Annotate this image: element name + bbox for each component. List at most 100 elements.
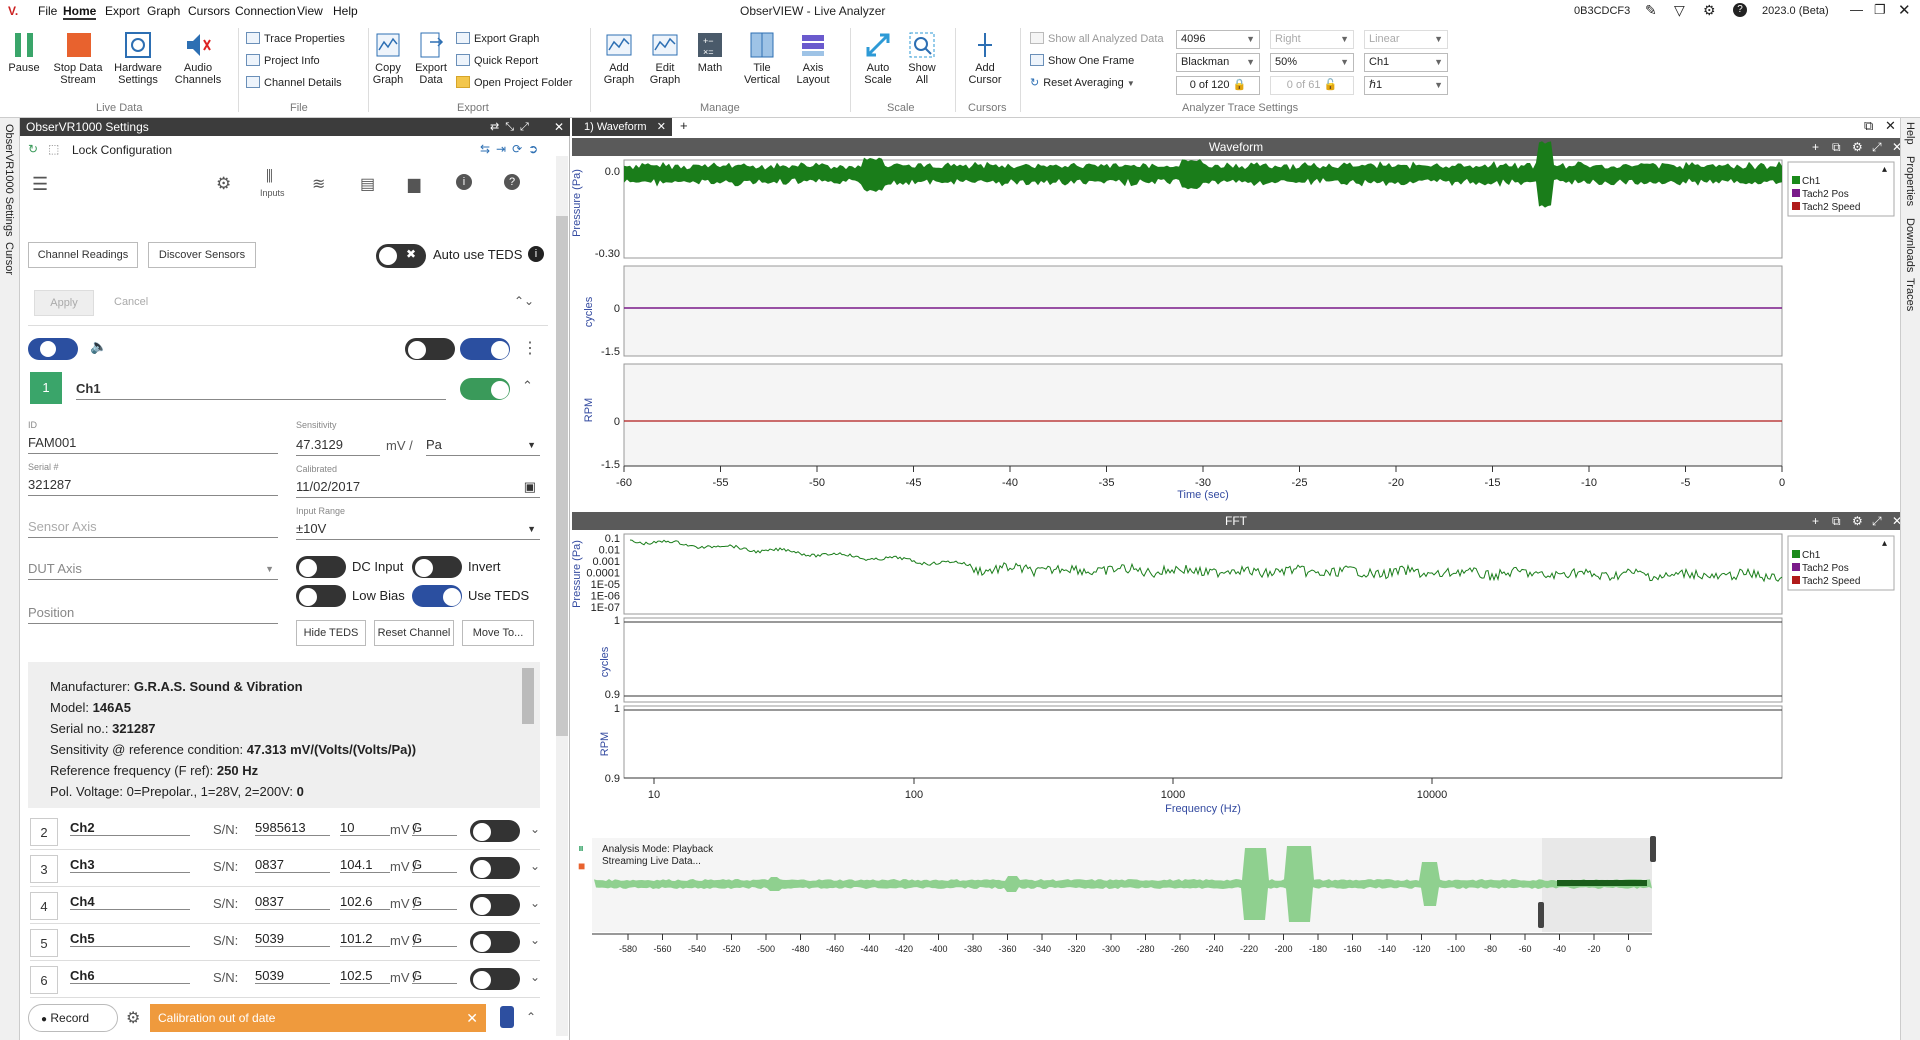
channel-name-field[interactable]: Ch3 — [70, 857, 190, 873]
mic-toggle[interactable] — [405, 338, 455, 360]
menu-file[interactable]: File — [38, 4, 57, 18]
lock-icon[interactable]: 🔓 — [1324, 79, 1338, 91]
help-icon[interactable]: ? — [1733, 3, 1747, 17]
channel-details-button[interactable]: Channel Details — [246, 74, 342, 92]
collapse-icon[interactable]: ⌃⌄ — [514, 294, 534, 308]
tab-downloads[interactable]: Downloads — [1904, 218, 1916, 272]
filter-icon[interactable]: ▽ — [1674, 2, 1685, 19]
waveform-pane[interactable] — [623, 363, 1783, 467]
menu-view[interactable]: View — [297, 4, 323, 18]
tab-help[interactable]: Help — [1904, 122, 1916, 145]
unit-select[interactable]: G — [412, 968, 457, 984]
unit-select[interactable]: G — [412, 820, 457, 836]
sync-icons[interactable]: ⇆⇥⟳➲ — [480, 142, 544, 156]
channel-toggle[interactable] — [470, 894, 520, 916]
close-icon[interactable]: ✕ — [1898, 1, 1911, 19]
sensitivity-field[interactable]: 102.6 — [340, 894, 390, 910]
tab-settings[interactable]: ObserVR1000 Settings — [3, 124, 15, 237]
menu-cursors[interactable]: Cursors — [188, 4, 230, 18]
channel-row[interactable]: 2 Ch2 S/N: 5985613 10 mV / G ⌄ — [30, 814, 540, 850]
channel-name-field[interactable]: Ch4 — [70, 894, 190, 910]
panel-scrollbar[interactable] — [556, 156, 568, 1036]
quick-report-button[interactable]: Quick Report — [456, 52, 538, 70]
fft-pane[interactable] — [623, 705, 1783, 779]
menu-connection[interactable]: Connection — [235, 4, 296, 18]
graphs-svg[interactable]: Waveform + ⧉ ⚙ ⤢ ✕ Pressure (Pa) cycles RPM 0.0 -0… — [572, 118, 1900, 1040]
reset-averaging-button[interactable]: ↻ Reset Averaging ▼ — [1030, 74, 1135, 92]
channel-name-field[interactable]: Ch5 — [70, 931, 190, 947]
restore-icon[interactable]: ❐ — [1874, 2, 1886, 18]
overview-handle[interactable] — [1538, 902, 1544, 928]
close-icon[interactable]: ✕ — [554, 118, 564, 136]
serial-field[interactable]: 5039 — [255, 968, 330, 984]
dut-axis-select[interactable]: DUT Axis ▼ — [28, 558, 278, 580]
tab-properties[interactable]: Properties — [1904, 156, 1916, 206]
ch1-name-field[interactable]: Ch1 — [76, 378, 446, 400]
fft-pane[interactable] — [623, 533, 1783, 615]
channel-readings-button[interactable]: Channel Readings — [28, 242, 138, 268]
use-teds-toggle[interactable] — [412, 585, 462, 607]
hamburger-menu-icon[interactable]: ☰ — [32, 174, 48, 195]
unit-select[interactable]: G — [412, 857, 457, 873]
refresh-icon[interactable]: ↻ — [28, 142, 38, 156]
window-select[interactable]: Blackman ▼ — [1176, 53, 1260, 72]
sensitivity-field[interactable]: 101.2 — [340, 931, 390, 947]
unit-select[interactable]: G — [412, 931, 457, 947]
axis-layout-button[interactable]: Axis Layout — [790, 30, 836, 86]
inputs-icon[interactable]: ⫼ — [266, 168, 273, 185]
channel-toggle[interactable] — [470, 820, 520, 842]
sensitivity-field[interactable]: 47.3129 — [296, 434, 380, 456]
overview-handle[interactable] — [1650, 836, 1656, 862]
unit-select[interactable]: G — [412, 894, 457, 910]
channel-row[interactable]: 6 Ch6 S/N: 5039 102.5 mV / G ⌄ — [30, 962, 540, 998]
help-icon[interactable]: ? — [504, 174, 520, 190]
channel-name-field[interactable]: Ch6 — [70, 968, 190, 984]
panel-controls-icon[interactable]: ⇄⤡⤢ — [490, 118, 535, 136]
waves-icon[interactable]: ≋ — [312, 174, 325, 194]
unit-select[interactable]: Pa ▼ — [426, 434, 540, 456]
info-icon[interactable]: i — [456, 174, 472, 190]
more-options-icon[interactable]: ⋮ — [522, 338, 538, 358]
menu-graph[interactable]: Graph — [147, 4, 180, 18]
edit-graph-button[interactable]: Edit Graph — [644, 30, 686, 86]
lock-icon[interactable]: 🔒 — [1233, 79, 1247, 91]
math-button[interactable]: +− ×= Math — [692, 30, 728, 74]
id-field[interactable]: FAM001 — [28, 432, 278, 454]
ch1-toggle[interactable] — [460, 378, 510, 400]
show-all-button[interactable]: Show All — [902, 30, 942, 86]
serial-field[interactable]: 321287 — [28, 474, 278, 496]
auto-teds-toggle[interactable]: ✖ — [376, 244, 426, 268]
low-bias-toggle[interactable] — [296, 585, 346, 607]
copy-graph-button[interactable]: Copy Graph — [370, 30, 406, 86]
folder-icon[interactable]: ▆ — [408, 174, 420, 194]
fft-pane[interactable] — [623, 617, 1783, 703]
minimize-icon[interactable]: — — [1850, 2, 1863, 17]
gear-icon[interactable]: ⚙ — [1703, 2, 1716, 19]
channel-select[interactable]: Ch1 ▼ — [1364, 53, 1448, 72]
chevron-up-icon[interactable]: ⌃ — [526, 1010, 536, 1024]
record-button[interactable]: ● Record — [28, 1004, 118, 1032]
info-icon[interactable]: i — [528, 246, 544, 262]
scale-select[interactable]: Linear ▼ — [1364, 30, 1448, 49]
tab-cursor[interactable]: Cursor — [3, 242, 15, 275]
chevron-down-icon[interactable]: ⌄ — [530, 859, 540, 873]
channel-enable-toggle[interactable] — [28, 338, 78, 360]
scroll-thumb[interactable] — [556, 216, 568, 736]
serial-field[interactable]: 5985613 — [255, 820, 330, 836]
chevron-down-icon[interactable]: ⌄ — [530, 933, 540, 947]
close-icon[interactable]: ✕ — [466, 1004, 478, 1032]
hardware-settings-button[interactable]: Hardware Settings — [110, 30, 166, 86]
hide-teds-button[interactable]: Hide TEDS — [296, 620, 366, 646]
auto-scale-button[interactable]: Auto Scale — [858, 30, 898, 86]
fft-size-select[interactable]: 4096 ▼ — [1176, 30, 1260, 49]
channel-name-field[interactable]: Ch2 — [70, 820, 190, 836]
add-graph-button[interactable]: Add Graph — [598, 30, 640, 86]
audio-channels-button[interactable]: Audio Channels — [170, 30, 226, 86]
input-range-select[interactable]: ±10V ▼ — [296, 518, 540, 540]
serial-field[interactable]: 5039 — [255, 931, 330, 947]
gear-icon[interactable]: ⚙ — [216, 174, 231, 194]
gear-icon[interactable]: ⚙ — [126, 1008, 140, 1028]
tab-traces[interactable]: Traces — [1904, 278, 1916, 311]
project-info-button[interactable]: Project Info — [246, 52, 320, 70]
stop-stream-button[interactable]: Stop Data Stream — [50, 30, 106, 86]
